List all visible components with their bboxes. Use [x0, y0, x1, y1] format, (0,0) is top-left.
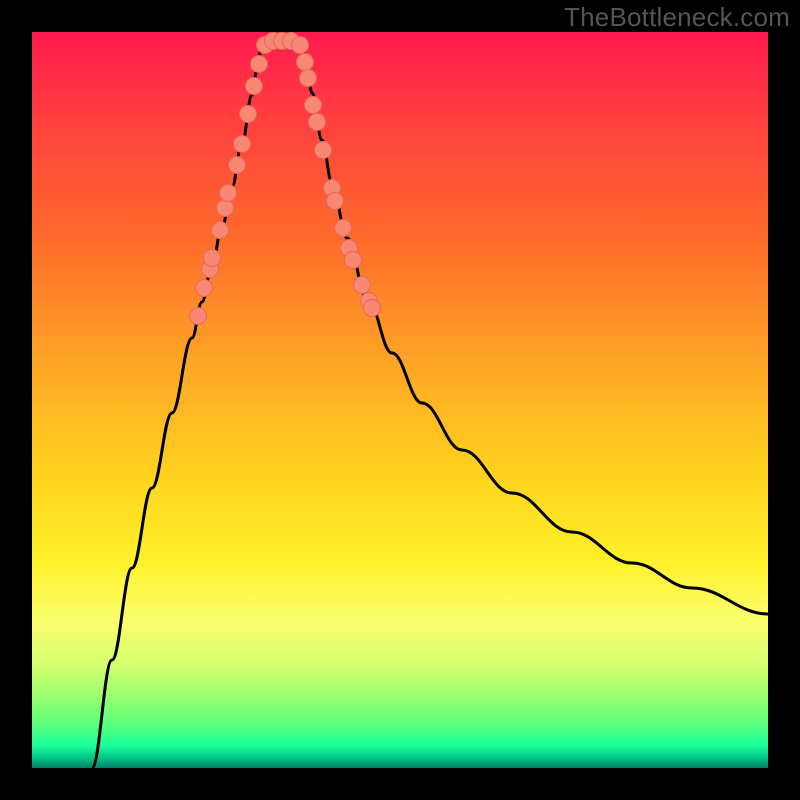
marker-dot [305, 97, 322, 114]
marker-dot [240, 106, 257, 123]
marker-dot [364, 300, 381, 317]
marker-dot [335, 220, 352, 237]
marker-dot [212, 222, 229, 239]
marker-dot [229, 157, 246, 174]
plot-area [32, 32, 768, 768]
marker-dot [204, 250, 221, 267]
marker-dot [190, 308, 207, 325]
marker-dot [327, 193, 344, 210]
marker-group [190, 33, 381, 325]
marker-dot [354, 277, 371, 294]
marker-dot [217, 200, 234, 217]
marker-dot [345, 252, 362, 269]
watermark-text: TheBottleneck.com [564, 2, 790, 33]
marker-dot [196, 280, 213, 297]
chart-frame: TheBottleneck.com [0, 0, 800, 800]
marker-dot [309, 114, 326, 131]
marker-dot [220, 185, 237, 202]
marker-dot [300, 70, 317, 87]
marker-dot [297, 54, 314, 71]
marker-dot [292, 37, 309, 54]
curve-left [92, 43, 262, 768]
marker-dot [246, 78, 263, 95]
marker-dot [251, 56, 268, 73]
marker-dot [234, 136, 251, 153]
chart-svg [32, 32, 768, 768]
curve-right [302, 43, 768, 614]
marker-dot [315, 142, 332, 159]
